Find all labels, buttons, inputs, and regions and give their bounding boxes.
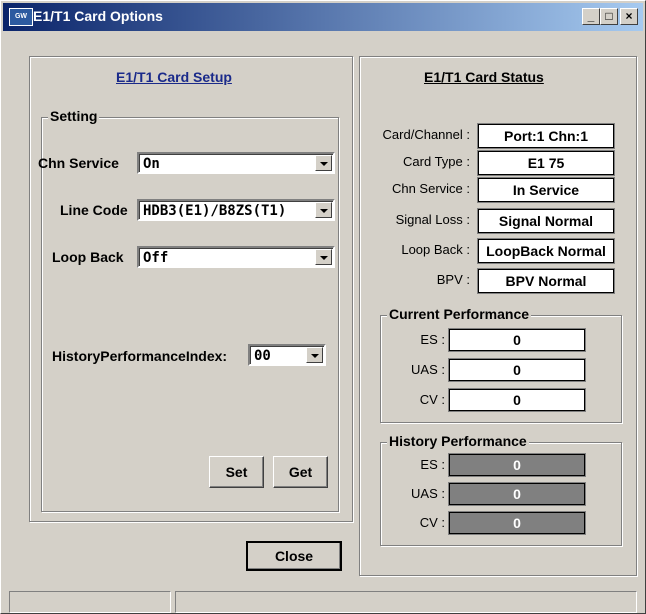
history-index-select[interactable]: 00 bbox=[248, 344, 326, 366]
chn-service-status-label: Chn Service : bbox=[391, 181, 470, 196]
chevron-down-icon[interactable] bbox=[315, 202, 332, 218]
loop-back-status-value: LoopBack Normal bbox=[477, 238, 615, 264]
current-performance-label: Current Performance bbox=[387, 306, 532, 322]
close-button[interactable]: Close bbox=[246, 541, 342, 571]
current-cv-label: CV : bbox=[419, 392, 445, 407]
chn-service-value: On bbox=[143, 156, 160, 172]
status-bar-cell-1 bbox=[9, 591, 171, 613]
card-type-value: E1 75 bbox=[477, 150, 615, 176]
card-channel-value: Port:1 Chn:1 bbox=[477, 123, 615, 149]
title-bar[interactable]: GW E1/T1 Card Options _ □ × bbox=[3, 3, 643, 31]
current-performance-group: Current Performance ES : 0 UAS : 0 CV : … bbox=[380, 306, 622, 423]
minimize-button[interactable]: _ bbox=[582, 8, 600, 25]
setup-heading: E1/T1 Card Setup bbox=[116, 69, 232, 85]
history-performance-label: History Performance bbox=[387, 433, 529, 449]
setting-group: Setting bbox=[41, 108, 339, 512]
line-code-value: HDB3(E1)/B8ZS(T1) bbox=[143, 203, 287, 219]
history-cv-label: CV : bbox=[419, 515, 445, 530]
signal-loss-label: Signal Loss : bbox=[395, 212, 470, 227]
bpv-label: BPV : bbox=[436, 272, 470, 287]
loop-back-select[interactable]: Off bbox=[137, 246, 335, 268]
chevron-down-icon[interactable] bbox=[315, 249, 332, 265]
dialog-window: GW E1/T1 Card Options _ □ × E1/T1 Card S… bbox=[0, 0, 646, 614]
current-cv-value: 0 bbox=[448, 388, 586, 412]
current-es-label: ES : bbox=[420, 332, 445, 347]
history-es-value: 0 bbox=[448, 453, 586, 477]
set-button[interactable]: Set bbox=[209, 456, 264, 488]
line-code-label: Line Code bbox=[60, 202, 128, 218]
status-bar-cell-2 bbox=[175, 591, 637, 613]
history-es-label: ES : bbox=[420, 457, 445, 472]
chn-service-status-value: In Service bbox=[477, 177, 615, 203]
app-icon: GW bbox=[9, 8, 33, 26]
status-heading: E1/T1 Card Status bbox=[424, 69, 544, 85]
line-code-select[interactable]: HDB3(E1)/B8ZS(T1) bbox=[137, 199, 335, 221]
current-uas-value: 0 bbox=[448, 358, 586, 382]
close-window-button[interactable]: × bbox=[620, 8, 638, 25]
history-index-label: HistoryPerformanceIndex: bbox=[52, 348, 228, 364]
chn-service-select[interactable]: On bbox=[137, 152, 335, 174]
loop-back-status-label: Loop Back : bbox=[401, 242, 470, 257]
bpv-value: BPV Normal bbox=[477, 268, 615, 294]
card-channel-label: Card/Channel : bbox=[382, 127, 470, 142]
setup-panel: E1/T1 Card Setup Setting Chn Service On … bbox=[29, 56, 353, 522]
history-uas-value: 0 bbox=[448, 482, 586, 506]
maximize-icon: □ bbox=[605, 9, 613, 23]
minimize-icon: _ bbox=[587, 9, 595, 23]
get-button[interactable]: Get bbox=[273, 456, 328, 488]
history-uas-label: UAS : bbox=[411, 486, 445, 501]
status-panel: E1/T1 Card Status Card/Channel : Port:1 … bbox=[359, 56, 637, 576]
loop-back-value: Off bbox=[143, 250, 169, 266]
close-icon: × bbox=[625, 9, 633, 23]
history-cv-value: 0 bbox=[448, 511, 586, 535]
history-index-value: 00 bbox=[254, 348, 271, 364]
loop-back-label: Loop Back bbox=[52, 249, 124, 265]
window-title: E1/T1 Card Options bbox=[33, 8, 163, 24]
current-es-value: 0 bbox=[448, 328, 586, 352]
card-type-label: Card Type : bbox=[403, 154, 470, 169]
chn-service-label: Chn Service bbox=[38, 155, 119, 171]
chevron-down-icon[interactable] bbox=[306, 347, 323, 363]
history-performance-group: History Performance ES : 0 UAS : 0 CV : … bbox=[380, 433, 622, 546]
current-uas-label: UAS : bbox=[411, 362, 445, 377]
signal-loss-value: Signal Normal bbox=[477, 208, 615, 234]
setting-group-label: Setting bbox=[48, 108, 100, 124]
chevron-down-icon[interactable] bbox=[315, 155, 332, 171]
maximize-button[interactable]: □ bbox=[600, 8, 618, 25]
